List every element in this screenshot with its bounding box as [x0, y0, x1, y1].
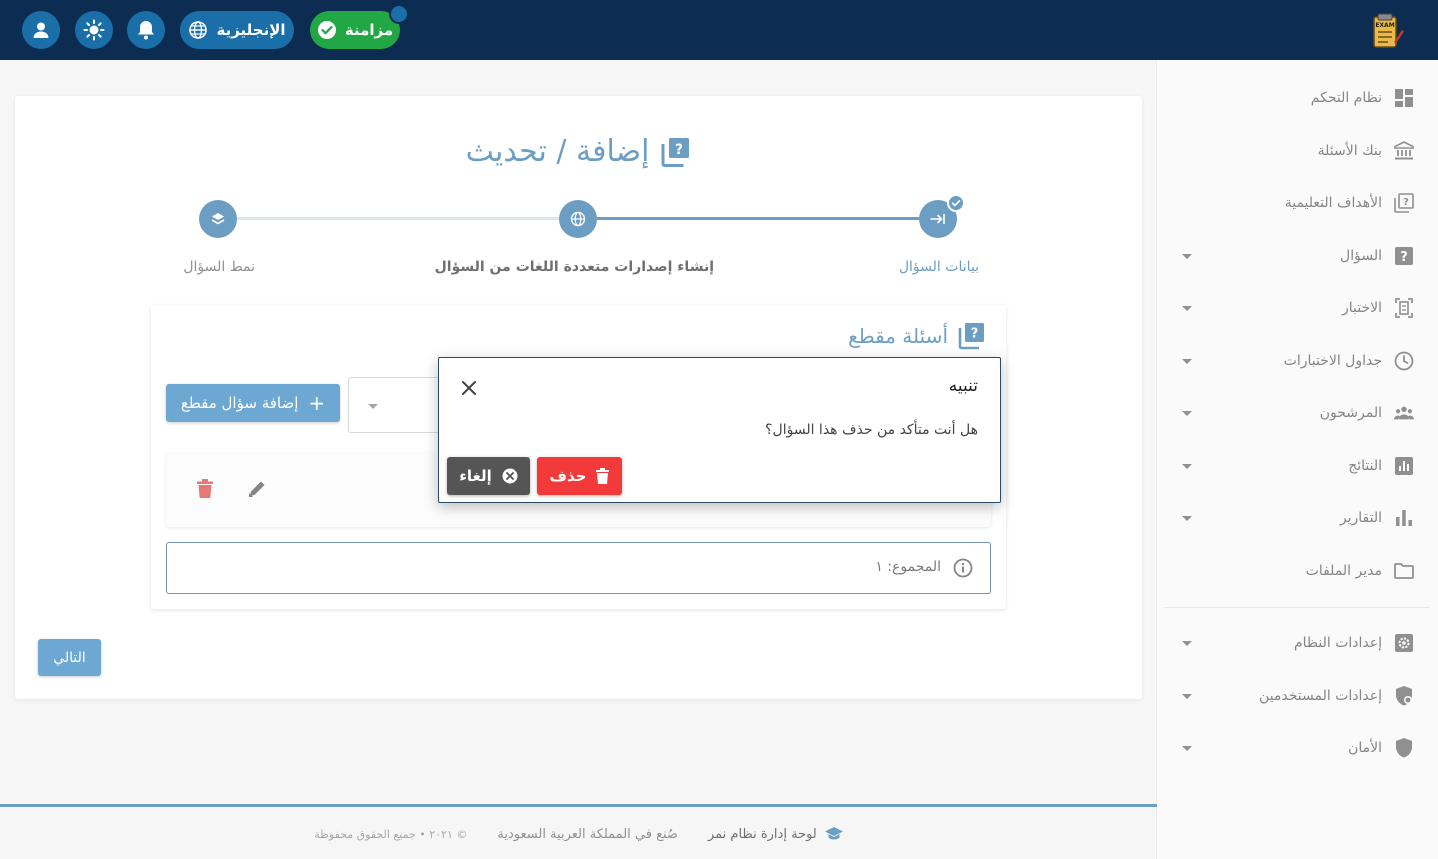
- user-avatar-button[interactable]: [22, 11, 60, 49]
- dialog-title: تنبيه: [948, 376, 978, 396]
- sun-icon: [83, 19, 105, 41]
- cancel-button[interactable]: إلغاء: [447, 457, 530, 495]
- trash-icon: [596, 468, 610, 484]
- logo-text: EXAM: [1375, 22, 1394, 29]
- globe-icon: [189, 21, 208, 39]
- notifications-button[interactable]: [127, 11, 165, 49]
- delete-button[interactable]: حذف: [537, 457, 622, 495]
- check-circle-icon: [317, 21, 336, 39]
- sync-label: مزامنة: [344, 21, 394, 39]
- dialog-message: هل أنت متأكد من حذف هذا السؤال؟: [765, 422, 978, 438]
- language-label: الإنجليزية: [216, 21, 286, 39]
- user-icon: [33, 22, 49, 38]
- top-bar: الإنجليزية مزامنة EXAM: [0, 0, 1438, 60]
- app-logo: EXAM: [1368, 12, 1406, 50]
- sync-status-dot: [389, 4, 409, 24]
- bell-icon: [138, 21, 154, 40]
- language-button[interactable]: الإنجليزية: [180, 11, 294, 49]
- close-circle-icon: [502, 468, 518, 484]
- theme-toggle-button[interactable]: [75, 11, 113, 49]
- sync-button[interactable]: مزامنة: [310, 11, 400, 49]
- confirm-delete-dialog: تنبيه هل أنت متأكد من حذف هذا السؤال؟ حذ…: [438, 357, 1001, 503]
- cancel-button-label: إلغاء: [459, 467, 492, 485]
- delete-button-label: حذف: [549, 467, 587, 485]
- close-icon[interactable]: [459, 378, 479, 398]
